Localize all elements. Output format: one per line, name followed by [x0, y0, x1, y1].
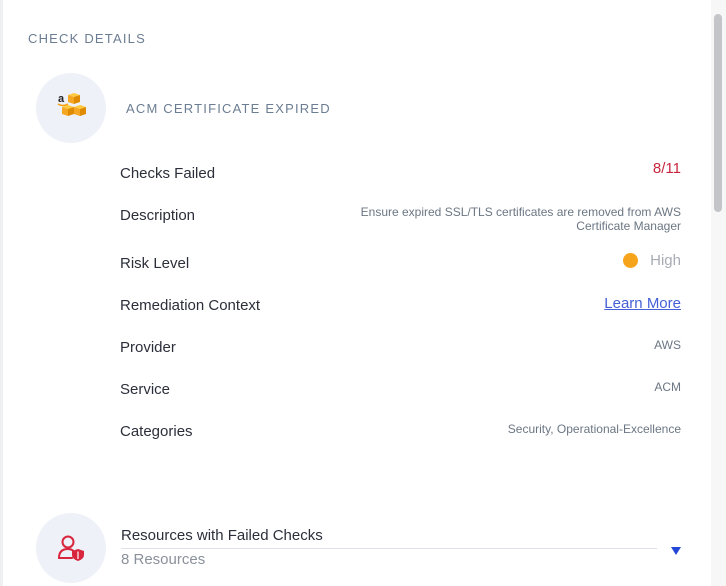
- scrollbar[interactable]: [711, 0, 726, 586]
- resources-avatar: [36, 513, 106, 583]
- provider-value: AWS: [654, 338, 681, 352]
- user-shield-icon: [56, 533, 86, 568]
- service-label: Service: [120, 381, 171, 398]
- risk-level-text: High: [650, 251, 681, 269]
- resources-title: Resources with Failed Checks: [121, 527, 323, 544]
- provider-label: Provider: [120, 339, 176, 356]
- risk-indicator-dot: [623, 253, 639, 268]
- learn-more-link[interactable]: Learn More: [604, 295, 681, 312]
- provider-avatar: a: [36, 73, 106, 143]
- resources-divider: [121, 548, 657, 549]
- checks-failed-value: 8/11: [652, 160, 681, 177]
- expand-triangle-icon[interactable]: [670, 543, 682, 561]
- risk-level-label: Risk Level: [120, 255, 190, 272]
- description-value: Ensure expired SSL/TLS certificates are …: [360, 205, 681, 233]
- description-label: Description: [120, 207, 196, 224]
- resources-count: 8 Resources: [121, 551, 206, 568]
- svg-text:a: a: [58, 93, 65, 105]
- check-name: ACM CERTIFICATE EXPIRED: [126, 101, 331, 116]
- risk-level-value: High: [623, 253, 681, 268]
- scrollbar-thumb[interactable]: [714, 14, 722, 212]
- checks-failed-label: Checks Failed: [120, 165, 216, 182]
- remediation-label: Remediation Context: [120, 297, 261, 314]
- amazon-icon: a: [57, 92, 87, 127]
- remediation-value: Learn More: [604, 295, 681, 312]
- categories-value: Security, Operational-Excellence: [507, 422, 681, 436]
- service-value: ACM: [654, 380, 681, 394]
- check-details-panel: CHECK DETAILS a ACM CERTIFICATE EXPIRED …: [3, 0, 711, 586]
- section-title: CHECK DETAILS: [28, 31, 146, 46]
- categories-label: Categories: [120, 423, 193, 440]
